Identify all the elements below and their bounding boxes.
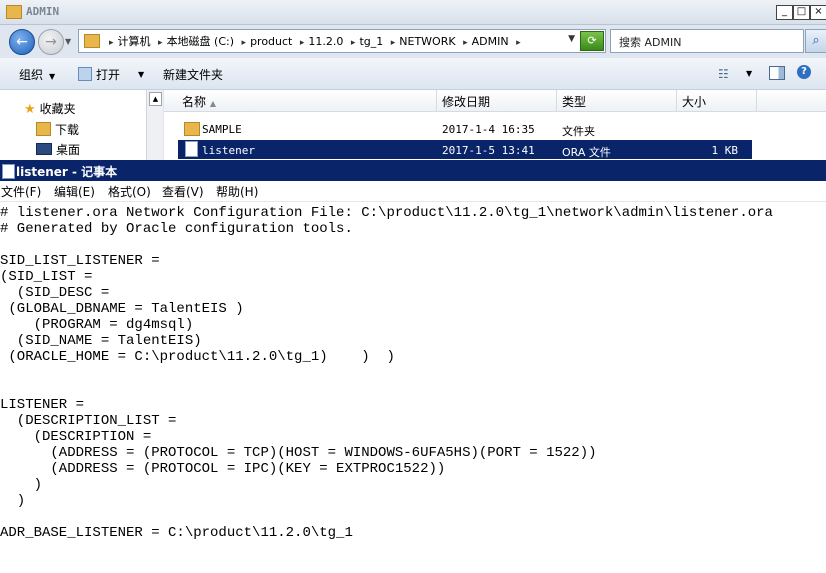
text-file-icon (185, 141, 198, 157)
maximize-button[interactable]: □ (793, 5, 810, 20)
notepad-title: listener - 记事本 (16, 165, 118, 179)
file-list: 名称 ▲ 修改日期 类型 大小 SAMPLE 2017-1-4 16:35 文件… (164, 90, 826, 160)
menu-file[interactable]: 文件(F) (1, 183, 41, 200)
column-divider[interactable] (756, 90, 757, 111)
notepad-title-bar[interactable]: listener - 记事本 (0, 160, 826, 181)
folder-icon (184, 122, 200, 136)
address-row: ← → ▼ ▸ 计算机 ▸ 本地磁盘 (C:) ▸ product ▸ 11.2.0 ▸… (0, 26, 826, 56)
recent-pages-dropdown-icon[interactable]: ▼ (65, 37, 71, 46)
folder-icon (6, 5, 22, 19)
search-icon[interactable]: ⌕ (805, 29, 826, 53)
menu-view[interactable]: 查看(V) (162, 183, 204, 200)
file-type: ORA 文件 (562, 146, 611, 159)
file-size: 1 KB (711, 144, 739, 157)
view-icon[interactable]: ☷ (718, 67, 729, 81)
chevron-right-icon: ▸ (350, 38, 356, 48)
breadcrumb-item[interactable]: 计算机 (118, 35, 151, 48)
chevron-right-icon: ▸ (516, 38, 521, 48)
file-modified: 2017-1-5 13:41 (442, 144, 535, 157)
preview-pane-icon[interactable] (769, 66, 785, 80)
column-header-name[interactable]: 名称 ▲ (182, 93, 216, 110)
chevron-right-icon: ▸ (463, 38, 468, 48)
open-icon (78, 67, 92, 81)
refresh-button[interactable]: ⟳ (580, 31, 604, 51)
nav-scrollbar[interactable]: ▲ (146, 90, 163, 160)
forward-button[interactable]: → (38, 29, 64, 55)
nav-item-desktop[interactable]: 桌面 (36, 141, 80, 158)
chevron-down-icon: ▼ (138, 70, 145, 79)
file-type: 文件夹 (562, 125, 595, 138)
chevron-right-icon: ▸ (109, 38, 114, 48)
chevron-right-icon: ▸ (241, 38, 247, 48)
breadcrumb-item[interactable]: NETWORK (399, 35, 455, 48)
menu-format[interactable]: 格式(O) (108, 183, 151, 200)
breadcrumb-item[interactable]: tg_1 (359, 35, 383, 48)
open-label: 打开 (96, 68, 121, 82)
navigation-pane: ★ 收藏夹 下载 桌面 (0, 90, 146, 160)
menu-bar: 文件(F) 编辑(E) 格式(O) 查看(V) 帮助(H) (0, 181, 826, 202)
chevron-right-icon: ▸ (158, 38, 163, 48)
breadcrumb-item[interactable]: ADMIN (472, 35, 509, 48)
sort-up-icon: ▲ (209, 99, 216, 108)
column-header-type[interactable]: 类型 (562, 93, 586, 110)
breadcrumb-item[interactable]: 11.2.0 (308, 35, 343, 48)
column-divider[interactable] (436, 90, 437, 111)
folder-icon (84, 34, 100, 48)
nav-item-favorites[interactable]: ★ 收藏夹 (24, 100, 76, 117)
nav-item-downloads[interactable]: 下载 (36, 121, 79, 138)
organize-button[interactable]: 组织 ▼ (19, 66, 55, 83)
search-input[interactable]: 搜索 ADMIN (610, 29, 804, 53)
chevron-right-icon: ▸ (390, 38, 396, 48)
text-editor-area[interactable]: # listener.ora Network Configuration Fil… (0, 205, 773, 541)
explorer-title-bar[interactable]: ADMIN _ □ × (0, 0, 826, 25)
menu-edit[interactable]: 编辑(E) (54, 183, 95, 200)
nav-label: 收藏夹 (39, 102, 76, 116)
column-label: 名称 (182, 95, 207, 109)
column-header-modified[interactable]: 修改日期 (442, 93, 490, 110)
explorer-title: ADMIN (26, 5, 60, 18)
file-name: SAMPLE (202, 123, 242, 136)
notepad-window: listener - 记事本 文件(F) 编辑(E) 格式(O) 查看(V) 帮… (0, 160, 826, 573)
open-dropdown-button[interactable]: ▼ (132, 66, 144, 80)
address-bar[interactable]: ▸ 计算机 ▸ 本地磁盘 (C:) ▸ product ▸ 11.2.0 ▸ tg_1 ▸… (78, 29, 606, 53)
file-name: listener (202, 144, 255, 157)
breadcrumb: ▸ 计算机 ▸ 本地磁盘 (C:) ▸ product ▸ 11.2.0 ▸ tg_1 ▸… (105, 33, 525, 49)
chevron-right-icon: ▸ (299, 38, 305, 48)
open-button[interactable]: 打开 (78, 66, 120, 83)
organize-label: 组织 (19, 68, 44, 82)
file-row-sample[interactable]: SAMPLE 2017-1-4 16:35 文件夹 (178, 119, 752, 138)
file-list-header: 名称 ▲ 修改日期 类型 大小 (164, 90, 826, 112)
breadcrumb-item[interactable]: product (250, 35, 292, 48)
downloads-folder-icon (36, 122, 51, 136)
menu-help[interactable]: 帮助(H) (216, 183, 258, 200)
command-bar: 组织 ▼ 打开 ▼ 新建文件夹 ☷ ▼ ? (0, 58, 826, 90)
scroll-up-icon[interactable]: ▲ (149, 92, 162, 106)
column-header-size[interactable]: 大小 (682, 93, 706, 110)
address-dropdown-icon[interactable]: ▼ (568, 34, 575, 44)
explorer-window: ADMIN _ □ × ← → ▼ ▸ 计算机 ▸ 本地磁盘 (C:) ▸ produ… (0, 0, 826, 160)
minimize-button[interactable]: _ (776, 5, 793, 20)
back-button[interactable]: ← (9, 29, 35, 55)
close-button[interactable]: × (810, 5, 826, 20)
column-divider[interactable] (676, 90, 677, 111)
chevron-down-icon[interactable]: ▼ (746, 69, 752, 78)
nav-label: 桌面 (56, 143, 81, 157)
file-modified: 2017-1-4 16:35 (442, 123, 535, 136)
chevron-down-icon: ▼ (49, 72, 56, 81)
breadcrumb-item[interactable]: 本地磁盘 (C:) (167, 35, 234, 48)
help-icon[interactable]: ? (797, 65, 811, 79)
search-placeholder: 搜索 ADMIN (619, 36, 682, 49)
nav-label: 下载 (55, 123, 80, 137)
column-divider[interactable] (556, 90, 557, 111)
desktop-icon (36, 143, 52, 155)
star-icon: ★ (24, 102, 36, 117)
new-folder-button[interactable]: 新建文件夹 (163, 66, 223, 83)
notepad-icon (2, 164, 15, 179)
file-row-listener[interactable]: listener 2017-1-5 13:41 ORA 文件 1 KB (178, 140, 752, 159)
